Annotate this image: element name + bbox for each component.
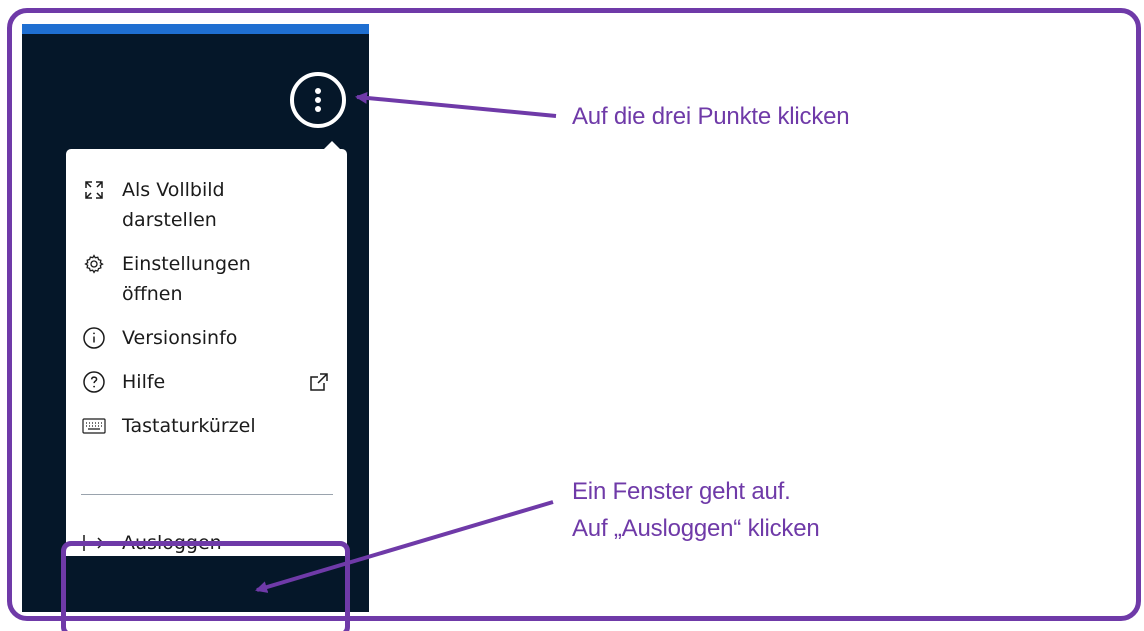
- menu-item-fullscreen[interactable]: Als Vollbild darstellen: [66, 175, 347, 235]
- menu-item-label: Tastaturkürzel: [122, 415, 256, 437]
- gear-icon: [79, 249, 109, 279]
- external-link-icon: [305, 367, 333, 397]
- top-strip: [22, 24, 369, 34]
- logout-highlight-box: [61, 541, 350, 631]
- callout-line: Ein Fenster geht auf.: [572, 478, 791, 505]
- help-icon: [79, 367, 109, 397]
- tutorial-screenshot: Als Vollbild darstellen Einstellungen öf…: [0, 0, 1144, 631]
- menu-item-version-info[interactable]: Versionsinfo: [66, 323, 347, 353]
- callout-logout-instruction: Ein Fenster geht auf. Auf „Ausloggen“ kl…: [572, 477, 820, 544]
- menu-item-label: Einstellungen öffnen: [122, 253, 251, 305]
- arrow-to-kebab: [355, 91, 557, 118]
- menu-item-help[interactable]: Hilfe: [66, 367, 347, 397]
- kebab-icon: [315, 88, 321, 112]
- menu-item-label: Als Vollbild darstellen: [122, 179, 225, 231]
- menu-item-settings[interactable]: Einstellungen öffnen: [66, 249, 347, 309]
- callout-kebab-instruction: Auf die drei Punkte klicken: [572, 103, 850, 130]
- kebab-menu-button[interactable]: [290, 72, 346, 128]
- callout-line: Auf „Ausloggen“ klicken: [572, 515, 820, 542]
- menu-divider: [81, 494, 333, 495]
- menu-item-label: Versionsinfo: [122, 327, 238, 349]
- app-sidebar-panel: Als Vollbild darstellen Einstellungen öf…: [22, 24, 369, 612]
- keyboard-icon: [79, 411, 109, 441]
- menu-item-shortcuts[interactable]: Tastaturkürzel: [66, 411, 347, 441]
- info-icon: [79, 323, 109, 353]
- menu-item-label: Hilfe: [122, 371, 166, 393]
- fullscreen-icon: [79, 175, 109, 205]
